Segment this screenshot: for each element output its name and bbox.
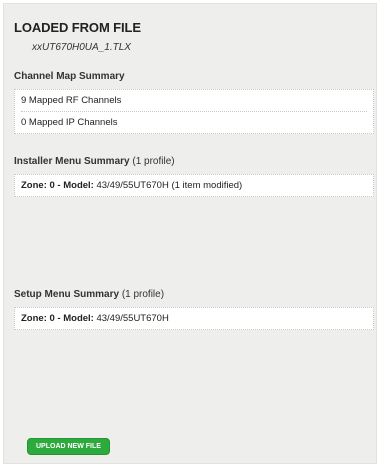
installer-profile-item: Zone: 0 - Model: 43/49/55UT670H (1 item … — [21, 175, 367, 196]
setup-menu-count: (1 profile) — [121, 289, 165, 300]
installer-zone-model-label: Zone: 0 - Model: — [21, 180, 94, 191]
channel-map-heading-text: Channel Map Summary — [14, 71, 125, 82]
installer-menu-heading: Installer Menu Summary (1 profile) — [14, 156, 175, 167]
setup-menu-heading-text: Setup Menu Summary — [14, 289, 120, 300]
page-title: LOADED FROM FILE — [14, 20, 141, 35]
list-item-rf-channels: 9 Mapped RF Channels — [21, 95, 122, 106]
channel-map-heading: Channel Map Summary — [14, 71, 125, 82]
installer-menu-box: Zone: 0 - Model: 43/49/55UT670H (1 item … — [14, 174, 374, 197]
setup-zone-model-label: Zone: 0 - Model: — [21, 313, 94, 324]
list-item-ip-channels: 0 Mapped IP Channels — [21, 111, 367, 133]
installer-menu-count: (1 profile) — [132, 156, 175, 167]
upload-new-file-button[interactable]: UPLOAD NEW FILE — [27, 438, 110, 455]
summary-panel: LOADED FROM FILE xxUT670H0UA_1.TLX Chann… — [3, 3, 377, 464]
setup-menu-heading: Setup Menu Summary (1 profile) — [14, 289, 164, 300]
loaded-filename: xxUT670H0UA_1.TLX — [32, 42, 131, 53]
setup-profile-item: Zone: 0 - Model: 43/49/55UT670H — [21, 308, 367, 329]
setup-model-value: 43/49/55UT670H — [96, 313, 169, 324]
setup-menu-box: Zone: 0 - Model: 43/49/55UT670H — [14, 307, 374, 330]
installer-model-value: 43/49/55UT670H — [96, 180, 169, 191]
installer-modified-note: (1 item modified) — [171, 180, 243, 191]
installer-menu-heading-text: Installer Menu Summary — [14, 156, 130, 167]
channel-map-box: 9 Mapped RF Channels 0 Mapped IP Channel… — [14, 89, 374, 134]
